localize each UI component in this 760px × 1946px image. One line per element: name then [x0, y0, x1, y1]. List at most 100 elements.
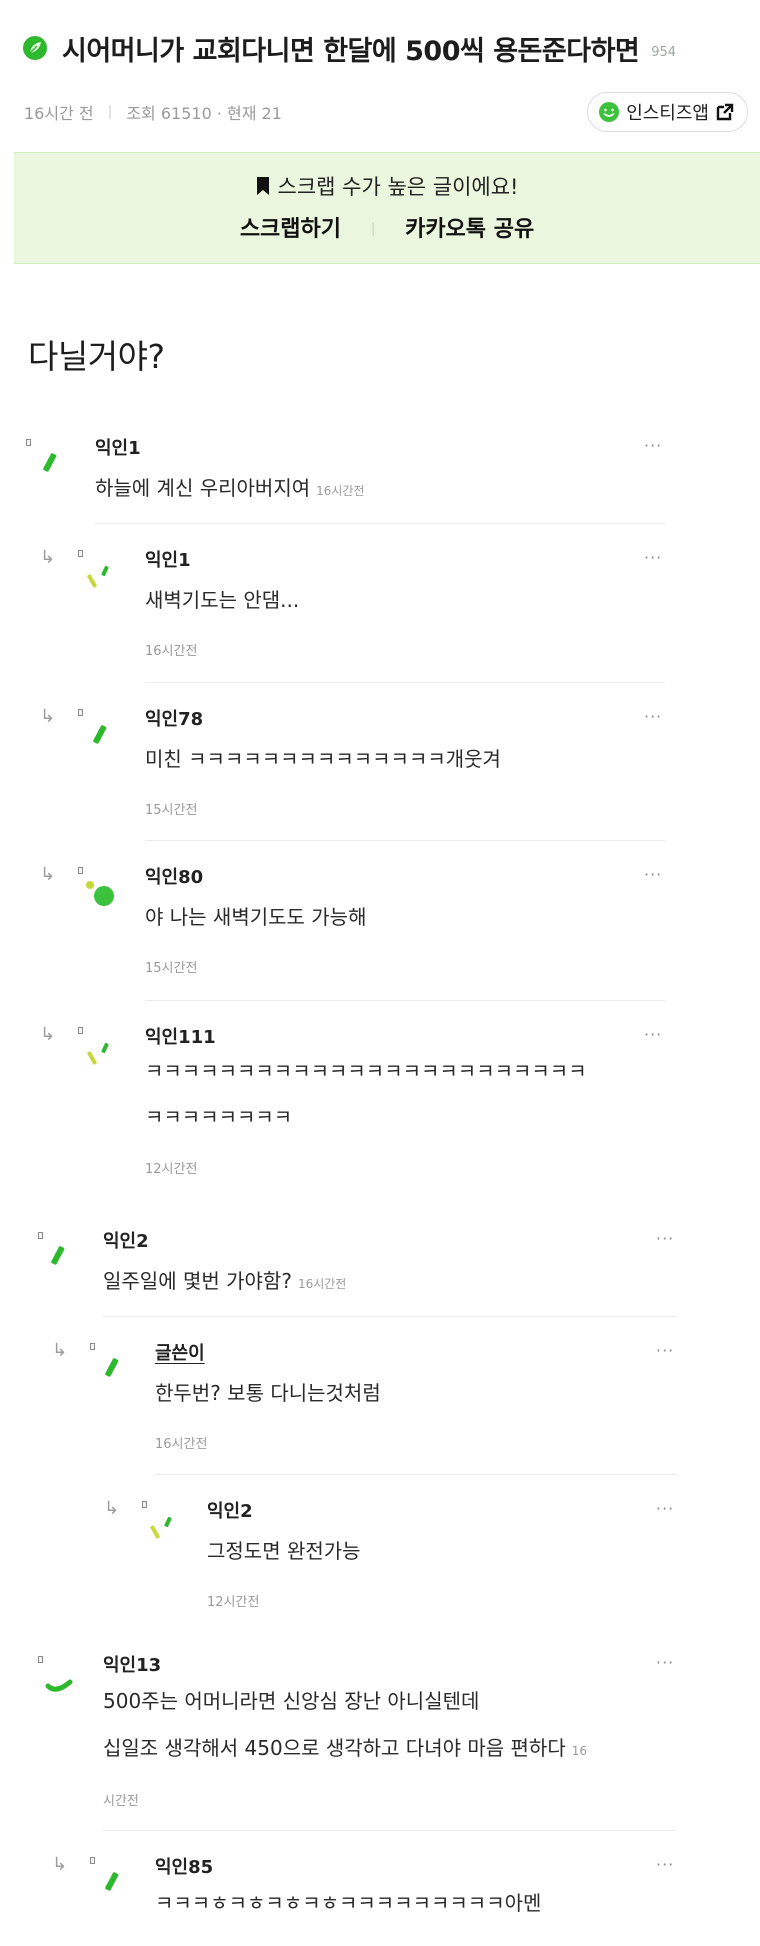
comment-bullet	[26, 439, 31, 446]
comment-author-writer[interactable]: 글쓴이	[155, 1339, 205, 1365]
bookmark-icon	[256, 177, 269, 195]
more-options-icon[interactable]: ···	[644, 865, 662, 884]
comment-body: 그정도면 완전가능	[207, 1539, 361, 1563]
comment-body: 한두번? 보통 다니는것처럼	[155, 1381, 381, 1405]
post-comment-count: 954	[651, 44, 677, 60]
meta-divider: |	[107, 104, 113, 120]
comment-body: 새벽기도는 안댐...	[145, 588, 300, 612]
reply-arrow-icon: ↳	[104, 1498, 120, 1519]
comment-author[interactable]: 익인111	[145, 1023, 216, 1049]
comment-author[interactable]: 익인80	[145, 863, 203, 889]
more-options-icon[interactable]: ···	[644, 1025, 662, 1044]
external-link-icon	[716, 103, 734, 121]
smile-icon	[599, 102, 620, 122]
comment-bullet	[90, 1857, 95, 1864]
comment-body-line2: ㅋㅋㅋㅋㅋㅋㅋㅋ	[145, 1105, 293, 1129]
post-time: 16시간 전	[24, 104, 94, 123]
comment-time: 12시간전	[207, 1595, 260, 1610]
comment-body-line2-text: 십일조 생각해서 450으로 생각하고 다녀야 마음 편하다	[103, 1736, 566, 1760]
more-options-icon[interactable]: ···	[644, 707, 662, 726]
more-options-icon[interactable]: ···	[656, 1653, 674, 1672]
scrap-button[interactable]: 스크랩하기	[240, 217, 341, 242]
instiz-app-button[interactable]: 인스티즈앱	[587, 92, 748, 132]
reply-arrow-icon: ↳	[40, 864, 56, 885]
reply-arrow-icon: ↳	[52, 1854, 68, 1875]
comment-time: 15시간전	[145, 803, 198, 818]
comment-body-line1: 500주는 어머니라면 신앙심 장난 아니실텐데	[103, 1689, 480, 1713]
comment-time: 16시간전	[155, 1437, 208, 1452]
scrap-notice-text: 스크랩 수가 높은 글이에요!	[277, 175, 519, 199]
post-meta: 16시간 전 | 조회 61510 · 현재 21 인스티즈앱	[24, 92, 760, 132]
comment-author[interactable]: 익인78	[145, 705, 203, 731]
reply-arrow-icon: ↳	[40, 706, 56, 727]
comment-body: ㅋㅋㅋㅎㅋㅎㅋㅎㅋㅎㅋㅋㅋㅋㅋㅋㅋㅋㅋ아멘	[155, 1891, 542, 1915]
instiz-app-label: 인스티즈앱	[626, 103, 709, 124]
avatar-icon	[51, 1246, 65, 1265]
more-options-icon[interactable]: ···	[656, 1855, 674, 1874]
comment-body-line2: 십일조 생각해서 450으로 생각하고 다녀야 마음 편하다 16	[103, 1727, 587, 1772]
comment-author[interactable]: 익인85	[155, 1853, 213, 1879]
divider	[145, 682, 665, 683]
comment-author[interactable]: 익인2	[207, 1497, 253, 1523]
avatar-icon	[150, 1516, 172, 1539]
avatar-icon	[45, 1679, 73, 1692]
comment-time: 16시간전	[145, 644, 198, 659]
comment-time: 12시간전	[145, 1162, 198, 1177]
more-options-icon[interactable]: ···	[656, 1229, 674, 1248]
reply-arrow-icon: ↳	[52, 1340, 68, 1361]
comment-bullet	[78, 550, 83, 557]
comment-author[interactable]: 익인1	[145, 546, 191, 572]
divider	[95, 523, 665, 524]
comment-time-part1: 16	[571, 1744, 587, 1758]
comment-bullet	[90, 1343, 95, 1350]
leaf-icon	[23, 36, 47, 60]
reply-arrow-icon: ↳	[40, 547, 56, 568]
comment-author[interactable]: 익인2	[103, 1227, 149, 1253]
divider	[103, 1316, 677, 1317]
comment-bullet	[78, 867, 83, 874]
more-options-icon[interactable]: ···	[644, 436, 662, 455]
scrap-divider: |	[370, 221, 376, 237]
comment-time: 16시간전	[297, 1277, 347, 1291]
scrap-actions: 스크랩하기 | 카카오톡 공유	[14, 211, 760, 243]
comment-bullet	[38, 1656, 43, 1663]
post-title-row: 시어머니가 교회다니면 한달에 500씩 용돈준다하면 954	[22, 24, 742, 72]
more-options-icon[interactable]: ···	[644, 548, 662, 567]
divider	[145, 840, 665, 841]
scrap-notice: 스크랩 수가 높은 글이에요!	[14, 171, 760, 201]
comment-time: 15시간전	[145, 961, 198, 976]
avatar-icon	[87, 1042, 109, 1065]
scrap-banner: 스크랩 수가 높은 글이에요! 스크랩하기 | 카카오톡 공유	[14, 152, 760, 264]
comment-author[interactable]: 익인1	[95, 434, 141, 460]
comment-body: 야 나는 새벽기도도 가능해	[145, 905, 367, 929]
avatar-icon	[105, 1358, 119, 1377]
avatar-icon	[105, 1872, 119, 1891]
reply-arrow-icon: ↳	[40, 1024, 56, 1045]
comment-time: 16시간전	[316, 484, 365, 498]
kakao-share-button[interactable]: 카카오톡 공유	[405, 217, 534, 242]
comment-body-line1: ㅋㅋㅋㅋㅋㅋㅋㅋㅋㅋㅋㅋㅋㅋㅋㅋㅋㅋㅋㅋㅋㅋㅋㅋ	[145, 1059, 587, 1083]
comment-bullet	[38, 1232, 43, 1239]
comment-body: 일주일에 몇번 가야함?	[103, 1269, 292, 1293]
avatar-icon	[87, 565, 109, 588]
post-views: 조회 61510 · 현재 21	[126, 104, 282, 123]
comment-body: 미친 ㅋㅋㅋㅋㅋㅋㅋㅋㅋㅋㅋㅋㅋㅋ개웃겨	[145, 747, 501, 771]
avatar-icon	[86, 881, 114, 906]
divider	[103, 1830, 677, 1831]
comment-author[interactable]: 익인13	[103, 1651, 161, 1677]
comment-bullet	[78, 1027, 83, 1034]
comment-time-part2: 시간전	[103, 1794, 139, 1809]
divider	[155, 1474, 677, 1475]
comment-body: 하늘에 계신 우리아버지여	[95, 476, 311, 500]
comment-text: 하늘에 계신 우리아버지여 16시간전	[95, 467, 365, 512]
avatar-icon	[93, 725, 107, 744]
comment-bullet	[78, 709, 83, 716]
comment-text: 일주일에 몇번 가야함? 16시간전	[103, 1260, 346, 1305]
post-body: 다닐거야?	[28, 337, 165, 376]
post-title: 시어머니가 교회다니면 한달에 500씩 용돈준다하면	[62, 35, 640, 67]
more-options-icon[interactable]: ···	[656, 1499, 674, 1518]
avatar-icon	[43, 453, 57, 472]
divider	[145, 1000, 665, 1001]
more-options-icon[interactable]: ···	[656, 1341, 674, 1360]
comment-bullet	[142, 1501, 147, 1508]
